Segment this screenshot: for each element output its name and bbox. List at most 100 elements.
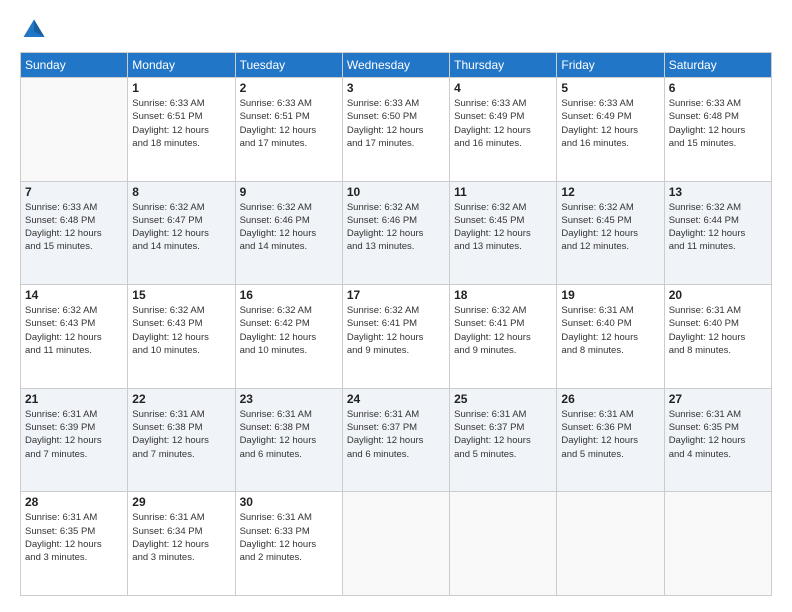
weekday-header-thursday: Thursday [450, 53, 557, 78]
calendar-cell: 1 Sunrise: 6:33 AM Sunset: 6:51 PM Daylig… [128, 78, 235, 182]
calendar-cell: 15 Sunrise: 6:32 AM Sunset: 6:43 PM Dayli… [128, 285, 235, 389]
calendar-cell: 4 Sunrise: 6:33 AM Sunset: 6:49 PM Daylig… [450, 78, 557, 182]
day-info: Sunrise: 6:32 AM Sunset: 6:46 PM Dayligh… [240, 201, 338, 254]
calendar-cell [450, 492, 557, 596]
calendar-cell: 13 Sunrise: 6:32 AM Sunset: 6:44 PM Dayli… [664, 181, 771, 285]
day-info: Sunrise: 6:33 AM Sunset: 6:48 PM Dayligh… [25, 201, 123, 254]
day-number: 13 [669, 185, 767, 199]
day-number: 6 [669, 81, 767, 95]
day-number: 8 [132, 185, 230, 199]
day-number: 25 [454, 392, 552, 406]
week-row-3: 14Sunrise: 6:32 AM Sunset: 6:43 PM Dayli… [21, 285, 772, 389]
day-number: 20 [669, 288, 767, 302]
logo [20, 16, 54, 44]
calendar-cell: 11 Sunrise: 6:32 AM Sunset: 6:45 PM Dayli… [450, 181, 557, 285]
calendar-cell [664, 492, 771, 596]
day-number: 15 [132, 288, 230, 302]
calendar-cell: 19Sunrise: 6:31 AM Sunset: 6:40 PM Dayli… [557, 285, 664, 389]
day-info: Sunrise: 6:32 AM Sunset: 6:41 PM Dayligh… [347, 304, 445, 357]
week-row-4: 21 Sunrise: 6:31 AM Sunset: 6:39 PM Dayli… [21, 388, 772, 492]
weekday-header-friday: Friday [557, 53, 664, 78]
day-info: Sunrise: 6:32 AM Sunset: 6:43 PM Dayligh… [132, 304, 230, 357]
calendar-cell [557, 492, 664, 596]
weekday-header-saturday: Saturday [664, 53, 771, 78]
day-info: Sunrise: 6:31 AM Sunset: 6:34 PM Dayligh… [132, 511, 230, 564]
logo-icon [20, 16, 48, 44]
calendar-cell: 3 Sunrise: 6:33 AM Sunset: 6:50 PM Daylig… [342, 78, 449, 182]
day-info: Sunrise: 6:32 AM Sunset: 6:44 PM Dayligh… [669, 201, 767, 254]
day-number: 16 [240, 288, 338, 302]
week-row-2: 7 Sunrise: 6:33 AM Sunset: 6:48 PM Daylig… [21, 181, 772, 285]
day-info: Sunrise: 6:31 AM Sunset: 6:40 PM Dayligh… [561, 304, 659, 357]
calendar-cell: 14Sunrise: 6:32 AM Sunset: 6:43 PM Dayli… [21, 285, 128, 389]
day-info: Sunrise: 6:31 AM Sunset: 6:38 PM Dayligh… [240, 408, 338, 461]
day-info: Sunrise: 6:31 AM Sunset: 6:39 PM Dayligh… [25, 408, 123, 461]
day-info: Sunrise: 6:32 AM Sunset: 6:42 PM Dayligh… [240, 304, 338, 357]
weekday-header-sunday: Sunday [21, 53, 128, 78]
calendar-cell: 17 Sunrise: 6:32 AM Sunset: 6:41 PM Dayli… [342, 285, 449, 389]
day-info: Sunrise: 6:31 AM Sunset: 6:37 PM Dayligh… [454, 408, 552, 461]
calendar-cell: 16 Sunrise: 6:32 AM Sunset: 6:42 PM Dayli… [235, 285, 342, 389]
day-number: 2 [240, 81, 338, 95]
day-info: Sunrise: 6:33 AM Sunset: 6:51 PM Dayligh… [240, 97, 338, 150]
day-info: Sunrise: 6:32 AM Sunset: 6:43 PM Dayligh… [25, 304, 123, 357]
day-info: Sunrise: 6:31 AM Sunset: 6:35 PM Dayligh… [669, 408, 767, 461]
day-info: Sunrise: 6:33 AM Sunset: 6:49 PM Dayligh… [454, 97, 552, 150]
day-info: Sunrise: 6:31 AM Sunset: 6:40 PM Dayligh… [669, 304, 767, 357]
day-info: Sunrise: 6:33 AM Sunset: 6:51 PM Dayligh… [132, 97, 230, 150]
calendar-table: SundayMondayTuesdayWednesdayThursdayFrid… [20, 52, 772, 596]
weekday-header-monday: Monday [128, 53, 235, 78]
weekday-header-row: SundayMondayTuesdayWednesdayThursdayFrid… [21, 53, 772, 78]
day-number: 18 [454, 288, 552, 302]
day-number: 5 [561, 81, 659, 95]
day-info: Sunrise: 6:33 AM Sunset: 6:48 PM Dayligh… [669, 97, 767, 150]
calendar-cell: 12Sunrise: 6:32 AM Sunset: 6:45 PM Dayli… [557, 181, 664, 285]
calendar-cell: 10 Sunrise: 6:32 AM Sunset: 6:46 PM Dayli… [342, 181, 449, 285]
day-info: Sunrise: 6:31 AM Sunset: 6:36 PM Dayligh… [561, 408, 659, 461]
day-number: 1 [132, 81, 230, 95]
day-info: Sunrise: 6:31 AM Sunset: 6:38 PM Dayligh… [132, 408, 230, 461]
calendar-cell [21, 78, 128, 182]
calendar-cell: 7 Sunrise: 6:33 AM Sunset: 6:48 PM Daylig… [21, 181, 128, 285]
day-number: 17 [347, 288, 445, 302]
day-info: Sunrise: 6:32 AM Sunset: 6:41 PM Dayligh… [454, 304, 552, 357]
day-number: 3 [347, 81, 445, 95]
day-info: Sunrise: 6:32 AM Sunset: 6:46 PM Dayligh… [347, 201, 445, 254]
day-number: 24 [347, 392, 445, 406]
calendar-cell: 26Sunrise: 6:31 AM Sunset: 6:36 PM Dayli… [557, 388, 664, 492]
calendar-cell: 8 Sunrise: 6:32 AM Sunset: 6:47 PM Daylig… [128, 181, 235, 285]
calendar-cell: 22 Sunrise: 6:31 AM Sunset: 6:38 PM Dayli… [128, 388, 235, 492]
day-number: 9 [240, 185, 338, 199]
weekday-header-tuesday: Tuesday [235, 53, 342, 78]
calendar-cell: 21 Sunrise: 6:31 AM Sunset: 6:39 PM Dayli… [21, 388, 128, 492]
calendar-cell: 27 Sunrise: 6:31 AM Sunset: 6:35 PM Dayli… [664, 388, 771, 492]
calendar-cell: 2 Sunrise: 6:33 AM Sunset: 6:51 PM Daylig… [235, 78, 342, 182]
calendar-cell: 23Sunrise: 6:31 AM Sunset: 6:38 PM Dayli… [235, 388, 342, 492]
calendar-cell: 30 Sunrise: 6:31 AM Sunset: 6:33 PM Dayli… [235, 492, 342, 596]
day-info: Sunrise: 6:31 AM Sunset: 6:37 PM Dayligh… [347, 408, 445, 461]
day-number: 30 [240, 495, 338, 509]
weekday-header-wednesday: Wednesday [342, 53, 449, 78]
day-info: Sunrise: 6:32 AM Sunset: 6:47 PM Dayligh… [132, 201, 230, 254]
calendar-cell: 24 Sunrise: 6:31 AM Sunset: 6:37 PM Dayli… [342, 388, 449, 492]
calendar-cell: 6 Sunrise: 6:33 AM Sunset: 6:48 PM Daylig… [664, 78, 771, 182]
week-row-1: 1 Sunrise: 6:33 AM Sunset: 6:51 PM Daylig… [21, 78, 772, 182]
day-number: 28 [25, 495, 123, 509]
day-info: Sunrise: 6:33 AM Sunset: 6:49 PM Dayligh… [561, 97, 659, 150]
day-number: 4 [454, 81, 552, 95]
calendar-cell [342, 492, 449, 596]
day-number: 7 [25, 185, 123, 199]
day-number: 27 [669, 392, 767, 406]
calendar-cell: 20 Sunrise: 6:31 AM Sunset: 6:40 PM Dayli… [664, 285, 771, 389]
day-number: 21 [25, 392, 123, 406]
day-number: 12 [561, 185, 659, 199]
day-number: 11 [454, 185, 552, 199]
day-number: 10 [347, 185, 445, 199]
calendar-cell: 28 Sunrise: 6:31 AM Sunset: 6:35 PM Dayli… [21, 492, 128, 596]
calendar-cell: 29Sunrise: 6:31 AM Sunset: 6:34 PM Dayli… [128, 492, 235, 596]
day-info: Sunrise: 6:33 AM Sunset: 6:50 PM Dayligh… [347, 97, 445, 150]
day-number: 22 [132, 392, 230, 406]
day-info: Sunrise: 6:31 AM Sunset: 6:33 PM Dayligh… [240, 511, 338, 564]
day-info: Sunrise: 6:31 AM Sunset: 6:35 PM Dayligh… [25, 511, 123, 564]
day-info: Sunrise: 6:32 AM Sunset: 6:45 PM Dayligh… [454, 201, 552, 254]
